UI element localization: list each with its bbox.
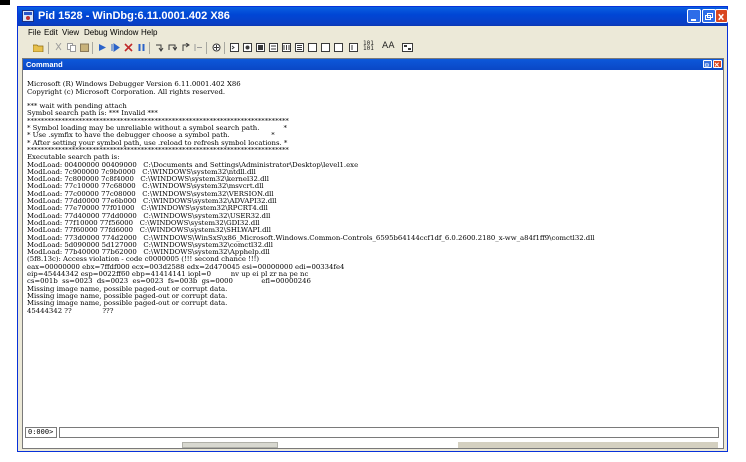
step-into-icon[interactable]	[155, 43, 164, 52]
memory-icon[interactable]	[282, 43, 291, 52]
minimize-button[interactable]	[687, 9, 701, 23]
toolbar: 101 101 AA	[18, 39, 727, 57]
step-over-icon[interactable]	[168, 43, 177, 52]
disassembly-icon[interactable]	[308, 43, 317, 52]
minimize-icon	[691, 19, 696, 21]
menu-debug[interactable]: Debug	[84, 28, 108, 37]
command-output: Microsoft (R) Windows Debugger Version 6…	[27, 74, 719, 414]
paste-icon[interactable]	[80, 43, 89, 52]
toolbar-separator	[206, 42, 207, 54]
command-prompt: 0:000>	[25, 427, 57, 438]
registers-icon[interactable]	[269, 43, 278, 52]
toolbar-separator	[92, 42, 93, 54]
restore-button[interactable]	[703, 60, 712, 68]
go-icon[interactable]	[98, 43, 107, 52]
command-input[interactable]	[59, 427, 719, 438]
hex-icon[interactable]: 101 101	[363, 41, 374, 52]
font-icon[interactable]: AA	[382, 41, 395, 51]
maximize-icon	[705, 13, 713, 20]
windbg-icon	[22, 10, 34, 22]
step-out-icon[interactable]	[181, 43, 190, 52]
window-title: Pid 1528 - WinDbg:6.11.0001.402 X86	[38, 10, 230, 22]
menu-file[interactable]: File	[28, 28, 41, 37]
copy-icon[interactable]	[67, 43, 76, 52]
output-line: ****************************************…	[27, 145, 289, 154]
breakpoint-icon[interactable]	[212, 43, 221, 52]
menu-window[interactable]: Window	[110, 28, 138, 37]
restore-icon	[704, 63, 709, 67]
windbg-window: Pid 1528 - WinDbg:6.11.0001.402 X86 File…	[17, 6, 728, 452]
command-window-title: Command	[26, 60, 63, 69]
toolbar-separator	[48, 42, 49, 54]
menu-bar: File Edit View Debug Window Help	[18, 26, 727, 38]
title-bar[interactable]: Pid 1528 - WinDbg:6.11.0001.402 X86	[18, 7, 728, 26]
open-icon[interactable]	[33, 43, 44, 52]
menu-help[interactable]: Help	[141, 28, 157, 37]
menu-view[interactable]: View	[62, 28, 79, 37]
options-icon[interactable]	[402, 43, 413, 52]
menu-edit[interactable]: Edit	[44, 28, 58, 37]
output-line: 45444342 ?? ???	[27, 306, 114, 315]
call-stack-icon[interactable]	[295, 43, 304, 52]
output-line: Missing image name, possible paged-out o…	[27, 299, 228, 308]
cut-icon[interactable]	[54, 43, 63, 52]
run-to-cursor-icon[interactable]	[194, 43, 203, 52]
restart-icon[interactable]	[111, 43, 120, 52]
toolbar-separator	[224, 42, 225, 54]
status-field	[458, 442, 718, 448]
toolbar-separator	[149, 42, 150, 54]
command-window: Command Microsoft (R) Windows Debugger V…	[22, 58, 724, 449]
close-icon	[714, 62, 719, 67]
status-field	[182, 442, 278, 448]
watch-icon[interactable]	[243, 43, 252, 52]
stop-icon[interactable]	[124, 43, 133, 52]
command-close-button[interactable]	[713, 60, 722, 68]
locals-icon[interactable]	[256, 43, 265, 52]
maximize-button[interactable]	[702, 9, 716, 23]
output-line: Copyright (c) Microsoft Corporation. All…	[27, 87, 226, 96]
status-bar	[18, 438, 727, 451]
scratch-pad-icon[interactable]	[321, 43, 330, 52]
command-window-icon[interactable]	[230, 43, 239, 52]
font-size-icon[interactable]	[349, 43, 358, 52]
command-window-title-bar[interactable]: Command	[23, 59, 723, 70]
break-icon[interactable]	[137, 43, 146, 52]
close-button[interactable]	[715, 9, 728, 23]
source-mode-icon[interactable]	[334, 43, 343, 52]
screen-corner-mark	[0, 0, 10, 5]
close-icon	[718, 13, 724, 21]
